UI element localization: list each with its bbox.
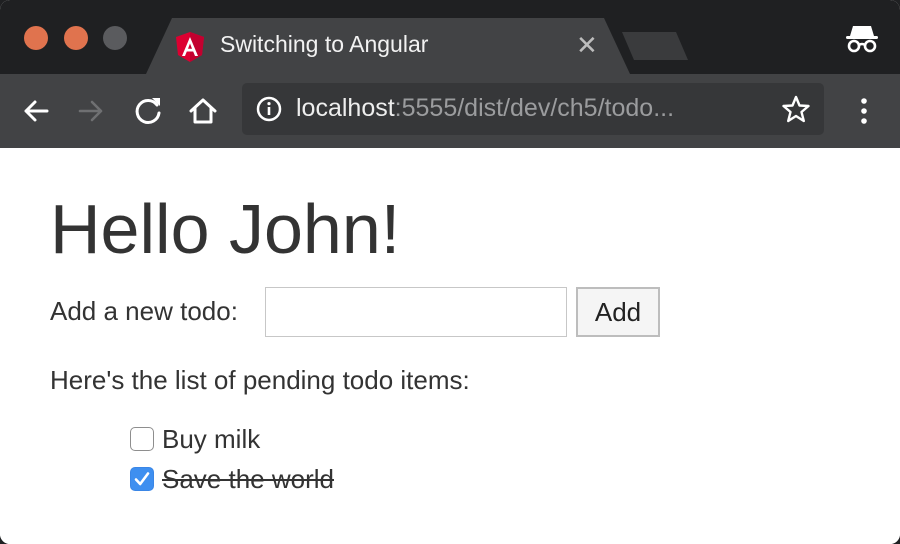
- url-text: localhost:5555/dist/dev/ch5/todo...: [296, 94, 674, 123]
- close-icon[interactable]: ✕: [576, 31, 598, 59]
- info-icon[interactable]: [256, 96, 282, 122]
- new-todo-input[interactable]: [265, 287, 567, 337]
- pending-list-label: Here's the list of pending todo items:: [50, 365, 470, 395]
- todo-checkbox[interactable]: [130, 427, 154, 451]
- home-icon[interactable]: [186, 94, 220, 128]
- url-path: :5555/dist/dev/ch5/todo...: [394, 94, 675, 122]
- todo-label: Buy milk: [162, 424, 261, 454]
- back-arrow-icon[interactable]: [19, 94, 53, 128]
- reload-icon[interactable]: [131, 94, 165, 128]
- forward-arrow-icon[interactable]: [74, 94, 108, 128]
- title-bar: Switching to Angular ✕: [0, 0, 900, 74]
- browser-window: Switching to Angular ✕ localhost:5555/di…: [0, 0, 900, 544]
- new-tab-button[interactable]: [622, 32, 688, 60]
- star-icon[interactable]: [782, 95, 810, 123]
- address-bar[interactable]: localhost:5555/dist/dev/ch5/todo...: [242, 83, 824, 135]
- minimize-window-button[interactable]: [64, 26, 88, 50]
- browser-toolbar: localhost:5555/dist/dev/ch5/todo...: [0, 74, 900, 148]
- menu-dots-icon[interactable]: [852, 94, 876, 128]
- todo-checkbox[interactable]: [130, 467, 154, 491]
- tab-title: Switching to Angular: [220, 31, 429, 57]
- add-button[interactable]: Add: [576, 287, 660, 337]
- add-todo-label: Add a new todo:: [50, 296, 238, 326]
- incognito-icon: [846, 26, 878, 53]
- page-content: Hello John! Add a new todo: Add Here's t…: [0, 148, 900, 544]
- checkmark-icon: [134, 472, 150, 486]
- tab-active[interactable]: Switching to Angular ✕: [146, 18, 630, 74]
- url-host: localhost: [296, 94, 395, 122]
- maximize-window-button[interactable]: [103, 26, 127, 50]
- angular-shield-icon: [176, 32, 204, 62]
- todo-label: Save the world: [162, 464, 334, 494]
- close-window-button[interactable]: [24, 26, 48, 50]
- page-title: Hello John!: [50, 190, 401, 268]
